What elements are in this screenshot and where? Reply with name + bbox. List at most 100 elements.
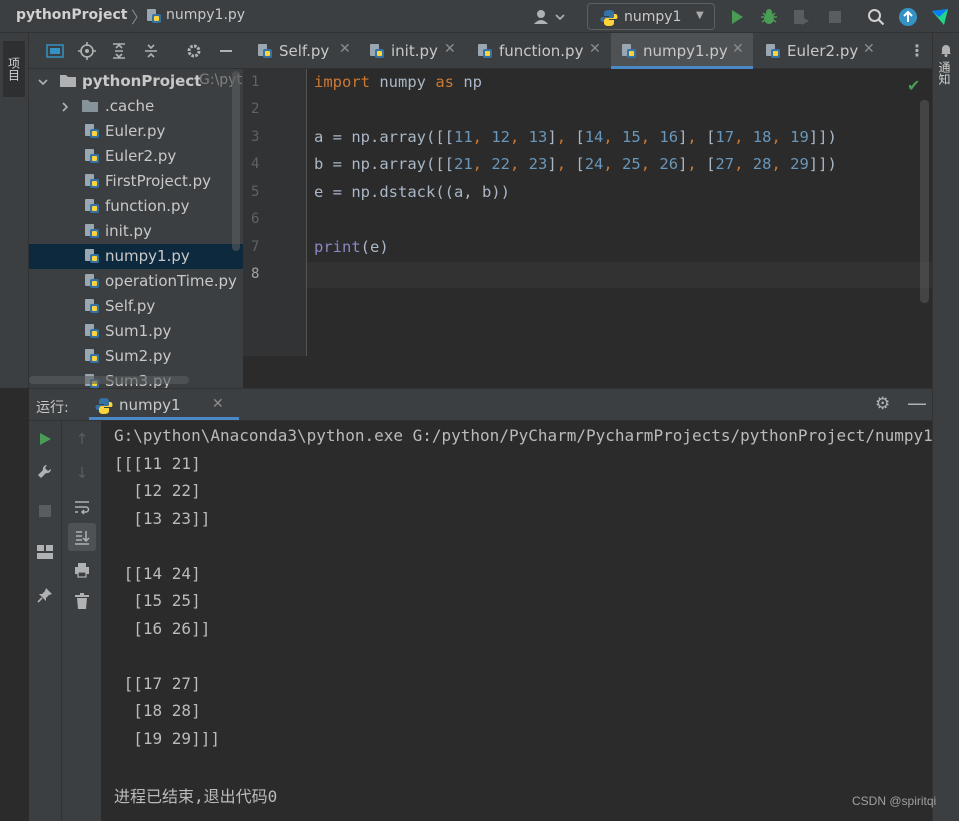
play-icon [732, 10, 743, 24]
scroll-to-end-icon[interactable] [68, 523, 96, 551]
python-file-icon [257, 43, 273, 63]
arrow-up-icon[interactable]: ↑ [70, 427, 94, 451]
tab-init[interactable]: init.py ✕ [359, 33, 467, 69]
breadcrumb-file[interactable]: numpy1.py [166, 7, 245, 23]
code-editor[interactable]: import numpy as np a = np.array([[11, 12… [307, 69, 932, 356]
close-icon[interactable]: ✕ [444, 41, 456, 57]
expand-all-icon[interactable] [109, 41, 129, 61]
line-number: 6 [251, 211, 260, 227]
soft-wrap-icon[interactable] [70, 495, 94, 519]
python-icon [600, 9, 618, 31]
coverage-button[interactable] [790, 6, 812, 28]
project-view-icon[interactable] [45, 41, 65, 61]
line-number: 7 [251, 239, 260, 255]
tab-function[interactable]: function.py ✕ [467, 33, 609, 69]
tree-item-file[interactable]: init.py [29, 219, 243, 244]
trash-icon[interactable] [70, 589, 94, 613]
tree-item-file[interactable]: numpy1.py [29, 244, 243, 269]
gear-icon[interactable] [184, 41, 204, 61]
close-icon[interactable]: ✕ [732, 41, 744, 57]
run-tab-indicator [89, 417, 239, 420]
run-panel-header: 运行: numpy1 ✕ ⚙ — [29, 388, 932, 421]
arrow-down-icon[interactable]: ↓ [70, 461, 94, 485]
minimize-icon[interactable]: — [907, 391, 927, 415]
chevron-right-icon [59, 99, 71, 117]
pin-icon[interactable] [33, 583, 57, 607]
plugin-button[interactable] [929, 6, 951, 28]
python-icon [95, 397, 113, 419]
tree-item-label: Sum1.py [105, 322, 172, 340]
python-file-icon [477, 43, 493, 63]
tree-root[interactable]: pythonProject G:\pyt [29, 69, 243, 94]
console-line: [16 26]] [114, 619, 211, 638]
tree-item-file[interactable]: Sum2.py [29, 344, 243, 369]
tree-item-file[interactable]: Sum1.py [29, 319, 243, 344]
project-tool-tab[interactable]: 项目 [3, 41, 25, 97]
tree-item-label: operationTime.py [105, 272, 237, 290]
bell-icon[interactable] [939, 43, 953, 61]
wrench-icon[interactable] [33, 459, 57, 483]
debug-button[interactable] [758, 6, 780, 28]
python-file-icon [84, 248, 100, 268]
tree-item-file[interactable]: function.py [29, 194, 243, 219]
tab-euler2[interactable]: Euler2.py ✕ [755, 33, 885, 69]
folder-icon [81, 98, 99, 117]
tab-self[interactable]: Self.py ✕ [247, 33, 357, 69]
rerun-button[interactable] [33, 427, 57, 451]
close-icon[interactable]: ✕ [589, 41, 601, 57]
console-line: G:\python\Anaconda3\python.exe G:/python… [114, 426, 932, 445]
tree-item-file[interactable]: Self.py [29, 294, 243, 319]
tree-item-file[interactable]: Euler.py [29, 119, 243, 144]
check-icon[interactable]: ✔ [907, 76, 920, 95]
search-button[interactable] [865, 6, 887, 28]
bug-icon [761, 9, 777, 24]
tree-item-file[interactable]: FirstProject.py [29, 169, 243, 194]
console-line: [15 25] [114, 591, 201, 610]
folder-icon [59, 73, 77, 92]
collapse-all-icon[interactable] [141, 41, 161, 61]
tree-horizontal-scrollbar[interactable] [29, 376, 189, 384]
python-file-icon [84, 198, 100, 218]
tree-item-file[interactable]: operationTime.py [29, 269, 243, 294]
tree-item-label: numpy1.py [105, 247, 190, 265]
tree-item-file[interactable]: Euler2.py [29, 144, 243, 169]
line-number: 2 [251, 101, 260, 117]
run-config-selector[interactable]: numpy1 ▼ [587, 3, 715, 30]
stop-button[interactable] [824, 6, 846, 28]
update-button[interactable] [897, 6, 919, 28]
close-icon[interactable]: ✕ [339, 41, 351, 57]
run-panel-label: 运行: [36, 400, 69, 416]
editor-tab-bar: Self.py ✕ init.py ✕ function.py ✕ numpy1… [243, 33, 932, 69]
console-line: [[17 27] [114, 674, 201, 693]
breadcrumb-project[interactable]: pythonProject [16, 7, 127, 23]
gear-icon[interactable]: ⚙ [875, 394, 890, 414]
tree-vertical-scrollbar[interactable] [232, 71, 240, 251]
tab-label: numpy1.py [643, 42, 728, 60]
coverage-icon [794, 10, 809, 25]
python-file-icon [84, 348, 100, 368]
python-file-icon [84, 298, 100, 318]
layout-icon[interactable] [33, 540, 57, 564]
notifications-tool-tab[interactable]: 通知 [936, 61, 953, 85]
run-console[interactable]: G:\python\Anaconda3\python.exe G:/python… [101, 421, 932, 821]
run-button[interactable] [726, 6, 748, 28]
stop-icon[interactable] [33, 499, 57, 523]
console-line: [18 28] [114, 701, 201, 720]
run-config-label: numpy1 [624, 9, 682, 25]
more-vertical-icon[interactable]: ⋮ [909, 41, 925, 60]
tab-numpy1[interactable]: numpy1.py ✕ [611, 33, 753, 69]
minimize-icon[interactable] [216, 41, 236, 61]
locate-icon[interactable] [77, 41, 97, 61]
tree-item-label: function.py [105, 197, 190, 215]
watermark: CSDN @spiritqi [852, 794, 937, 808]
editor-scrollbar[interactable] [920, 100, 929, 303]
tree-item-folder[interactable]: .cache [29, 94, 243, 119]
account-button[interactable] [532, 7, 568, 27]
code-line-5: e = np.dstack((a, b)) [314, 183, 510, 201]
print-icon[interactable] [70, 558, 94, 582]
run-tab-label[interactable]: numpy1 [119, 396, 181, 414]
close-icon[interactable]: ✕ [863, 41, 875, 57]
notifications-tab-label: 通知 [937, 61, 951, 85]
tab-label: Euler2.py [787, 42, 859, 60]
close-icon[interactable]: ✕ [212, 396, 224, 412]
